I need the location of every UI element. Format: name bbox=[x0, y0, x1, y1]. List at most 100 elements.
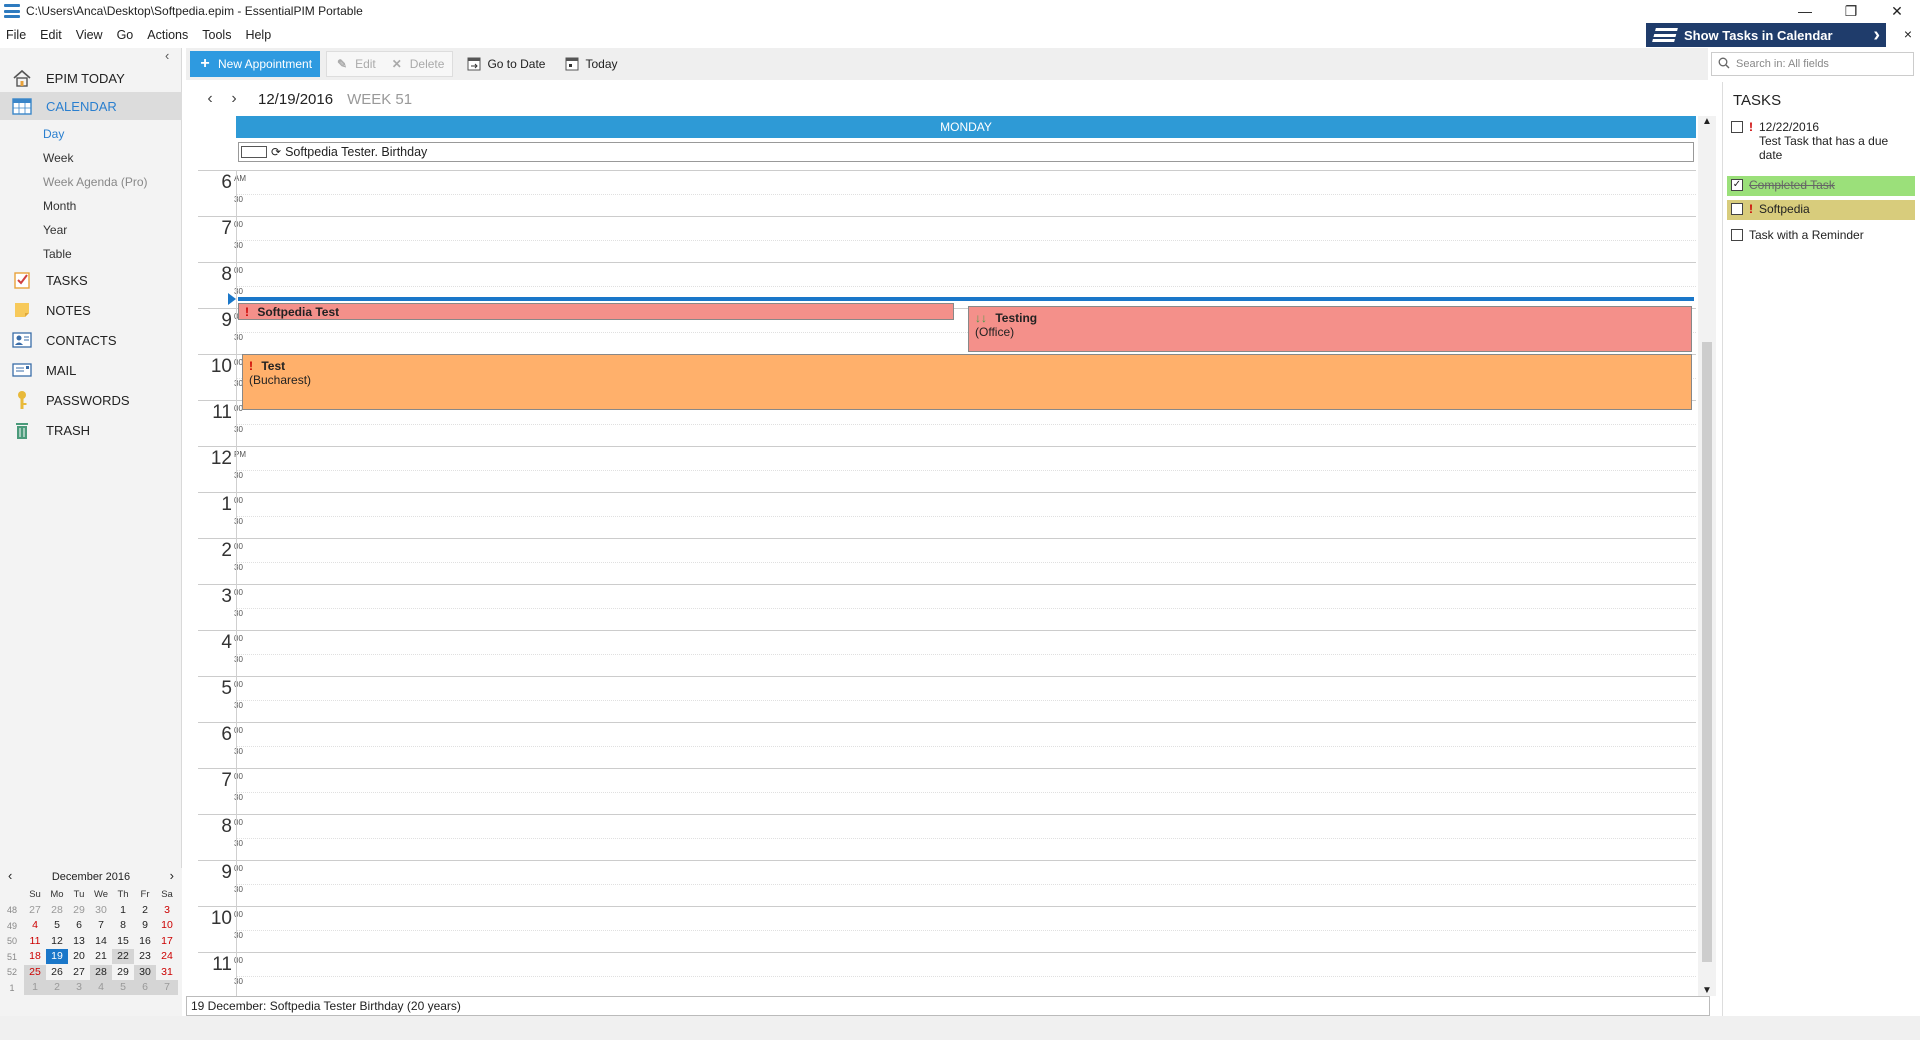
hour-row[interactable]: 7 00 30 bbox=[198, 768, 1696, 802]
all-day-event[interactable]: ⟳ Softpedia Tester. Birthday bbox=[238, 142, 1694, 162]
mini-calendar-day[interactable]: 9 bbox=[134, 918, 156, 933]
mini-calendar-day[interactable]: 29 bbox=[112, 965, 134, 980]
mini-calendar-day[interactable]: 18 bbox=[24, 949, 46, 964]
task-item[interactable]: ! Softpedia bbox=[1727, 200, 1915, 220]
mini-calendar-day[interactable]: 16 bbox=[134, 934, 156, 949]
mini-calendar-day[interactable]: 20 bbox=[68, 949, 90, 964]
menu-view[interactable]: View bbox=[76, 28, 103, 42]
mini-calendar-day[interactable]: 21 bbox=[90, 949, 112, 964]
scroll-up-icon[interactable]: ▲ bbox=[1702, 116, 1712, 127]
next-day-icon[interactable]: › bbox=[222, 90, 246, 108]
mini-calendar-day[interactable]: 28 bbox=[46, 903, 68, 918]
search-box[interactable]: Search in: All fields bbox=[1711, 52, 1914, 76]
previous-day-icon[interactable]: ‹ bbox=[198, 90, 222, 108]
mini-calendar-day[interactable]: 22 bbox=[112, 949, 134, 965]
mini-calendar-day[interactable]: 10 bbox=[156, 918, 178, 933]
mini-calendar-day[interactable]: 4 bbox=[90, 980, 112, 996]
mini-calendar-day[interactable]: 27 bbox=[68, 965, 90, 980]
new-appointment-button[interactable]: + New Appointment bbox=[190, 51, 321, 77]
edit-button[interactable]: ✎ Edit ✕ Delete bbox=[326, 51, 454, 77]
mini-calendar-day[interactable]: 5 bbox=[112, 980, 134, 996]
calendar-view-month[interactable]: Month bbox=[43, 199, 76, 213]
appointment-testing[interactable]: ↓↓ Testing (Office) bbox=[968, 306, 1692, 352]
sidebar-item-calendar[interactable]: CALENDAR bbox=[0, 92, 182, 120]
mini-calendar-day[interactable]: 27 bbox=[24, 903, 46, 918]
mini-calendar-day[interactable]: 7 bbox=[90, 918, 112, 933]
task-item[interactable]: Task with a Reminder bbox=[1727, 226, 1915, 244]
hour-row[interactable]: 2 00 30 bbox=[198, 538, 1696, 572]
mini-calendar-day[interactable]: 2 bbox=[46, 980, 68, 996]
menu-actions[interactable]: Actions bbox=[147, 28, 188, 42]
mini-calendar-day[interactable]: 19 bbox=[46, 949, 68, 965]
hour-row[interactable]: 6 AM 30 bbox=[198, 170, 1696, 204]
menu-go[interactable]: Go bbox=[117, 28, 134, 42]
hour-row[interactable]: 6 00 30 bbox=[198, 722, 1696, 756]
mini-calendar-day[interactable]: 28 bbox=[90, 964, 112, 980]
hour-row[interactable]: 1 00 30 bbox=[198, 492, 1696, 526]
menu-help[interactable]: Help bbox=[245, 28, 271, 42]
mini-calendar-day[interactable]: 17 bbox=[156, 934, 178, 949]
mini-calendar-day[interactable]: 23 bbox=[134, 949, 156, 964]
scroll-thumb[interactable] bbox=[1702, 342, 1712, 962]
task-item[interactable]: ✓ Completed Task bbox=[1727, 176, 1915, 196]
scroll-down-icon[interactable]: ▼ bbox=[1702, 985, 1712, 996]
task-checkbox-checked[interactable]: ✓ bbox=[1731, 179, 1743, 191]
collapse-sidebar-icon[interactable]: ‹ bbox=[165, 48, 169, 63]
hour-row[interactable]: 3 00 30 bbox=[198, 584, 1696, 618]
mini-calendar-day[interactable]: 30 bbox=[90, 903, 112, 918]
restore-button[interactable]: ❐ bbox=[1828, 0, 1874, 22]
minimize-button[interactable]: — bbox=[1782, 0, 1828, 22]
go-to-date-button[interactable]: Go to Date bbox=[459, 51, 553, 77]
mini-calendar-day[interactable]: 25 bbox=[24, 964, 46, 980]
mini-calendar-day[interactable]: 7 bbox=[156, 980, 178, 996]
mini-calendar-day[interactable]: 15 bbox=[112, 934, 134, 949]
mini-calendar-day[interactable]: 29 bbox=[68, 903, 90, 918]
mini-calendar-day[interactable]: 6 bbox=[134, 980, 156, 996]
mini-calendar-day[interactable]: 6 bbox=[68, 918, 90, 933]
mini-calendar-day[interactable]: 3 bbox=[68, 980, 90, 996]
mini-calendar-day[interactable]: 2 bbox=[134, 903, 156, 918]
calendar-view-week-agenda[interactable]: Week Agenda (Pro) bbox=[43, 175, 148, 189]
task-checkbox[interactable] bbox=[1731, 229, 1743, 241]
appointment-test[interactable]: ! Test (Bucharest) bbox=[242, 354, 1692, 410]
chevron-right-icon[interactable]: › bbox=[170, 868, 174, 883]
mini-calendar-day[interactable]: 13 bbox=[68, 934, 90, 949]
sidebar-item-trash[interactable]: TRASH bbox=[0, 416, 182, 444]
sidebar-item-notes[interactable]: NOTES bbox=[0, 296, 182, 324]
show-tasks-in-calendar-button[interactable]: Show Tasks in Calendar › bbox=[1646, 23, 1886, 47]
sidebar-item-passwords[interactable]: PASSWORDS bbox=[0, 386, 182, 414]
hour-row[interactable]: 8 00 30 bbox=[198, 262, 1696, 296]
task-checkbox[interactable] bbox=[1731, 121, 1743, 133]
mini-calendar-day[interactable]: 1 bbox=[24, 980, 46, 996]
task-checkbox[interactable] bbox=[1731, 203, 1743, 215]
hour-row[interactable]: 12 PM 30 bbox=[198, 446, 1696, 480]
day-view-scrollbar[interactable]: ▲ ▼ bbox=[1698, 116, 1716, 996]
close-button[interactable]: ✕ bbox=[1874, 0, 1920, 22]
mini-calendar-day[interactable]: 24 bbox=[156, 949, 178, 964]
appointment-softpedia-test[interactable]: ! Softpedia Test bbox=[238, 303, 954, 320]
mini-calendar-day[interactable]: 11 bbox=[24, 934, 46, 949]
calendar-view-week[interactable]: Week bbox=[43, 151, 73, 165]
task-item[interactable]: ! 12/22/2016 Test Task that has a due dat… bbox=[1727, 118, 1915, 164]
mini-calendar-day[interactable]: 1 bbox=[112, 903, 134, 918]
menu-tools[interactable]: Tools bbox=[202, 28, 231, 42]
mini-calendar-day[interactable]: 14 bbox=[90, 934, 112, 949]
mini-calendar-day[interactable]: 30 bbox=[134, 964, 156, 980]
hour-row[interactable]: 11 00 30 bbox=[198, 952, 1696, 986]
menu-edit[interactable]: Edit bbox=[40, 28, 62, 42]
close-tasks-pane-button[interactable]: × bbox=[1904, 26, 1912, 42]
hour-row[interactable]: 10 00 30 bbox=[198, 906, 1696, 940]
hour-row[interactable]: 5 00 30 bbox=[198, 676, 1696, 710]
hour-row[interactable]: 8 00 30 bbox=[198, 814, 1696, 848]
mini-calendar-day[interactable]: 31 bbox=[156, 965, 178, 980]
sidebar-item-mail[interactable]: MAIL bbox=[0, 356, 182, 384]
hour-row[interactable]: 90030 bbox=[198, 860, 1696, 894]
mini-calendar-day[interactable]: 12 bbox=[46, 934, 68, 949]
sidebar-item-epim-today[interactable]: EPIM TODAY bbox=[0, 64, 182, 92]
mini-calendar-day[interactable]: 4 bbox=[24, 918, 46, 933]
mini-calendar-day[interactable]: 26 bbox=[46, 965, 68, 980]
sidebar-item-contacts[interactable]: CONTACTS bbox=[0, 326, 182, 354]
mini-calendar-day[interactable]: 5 bbox=[46, 918, 68, 933]
mini-calendar-day[interactable]: 8 bbox=[112, 918, 134, 933]
sidebar-item-tasks[interactable]: TASKS bbox=[0, 266, 182, 294]
